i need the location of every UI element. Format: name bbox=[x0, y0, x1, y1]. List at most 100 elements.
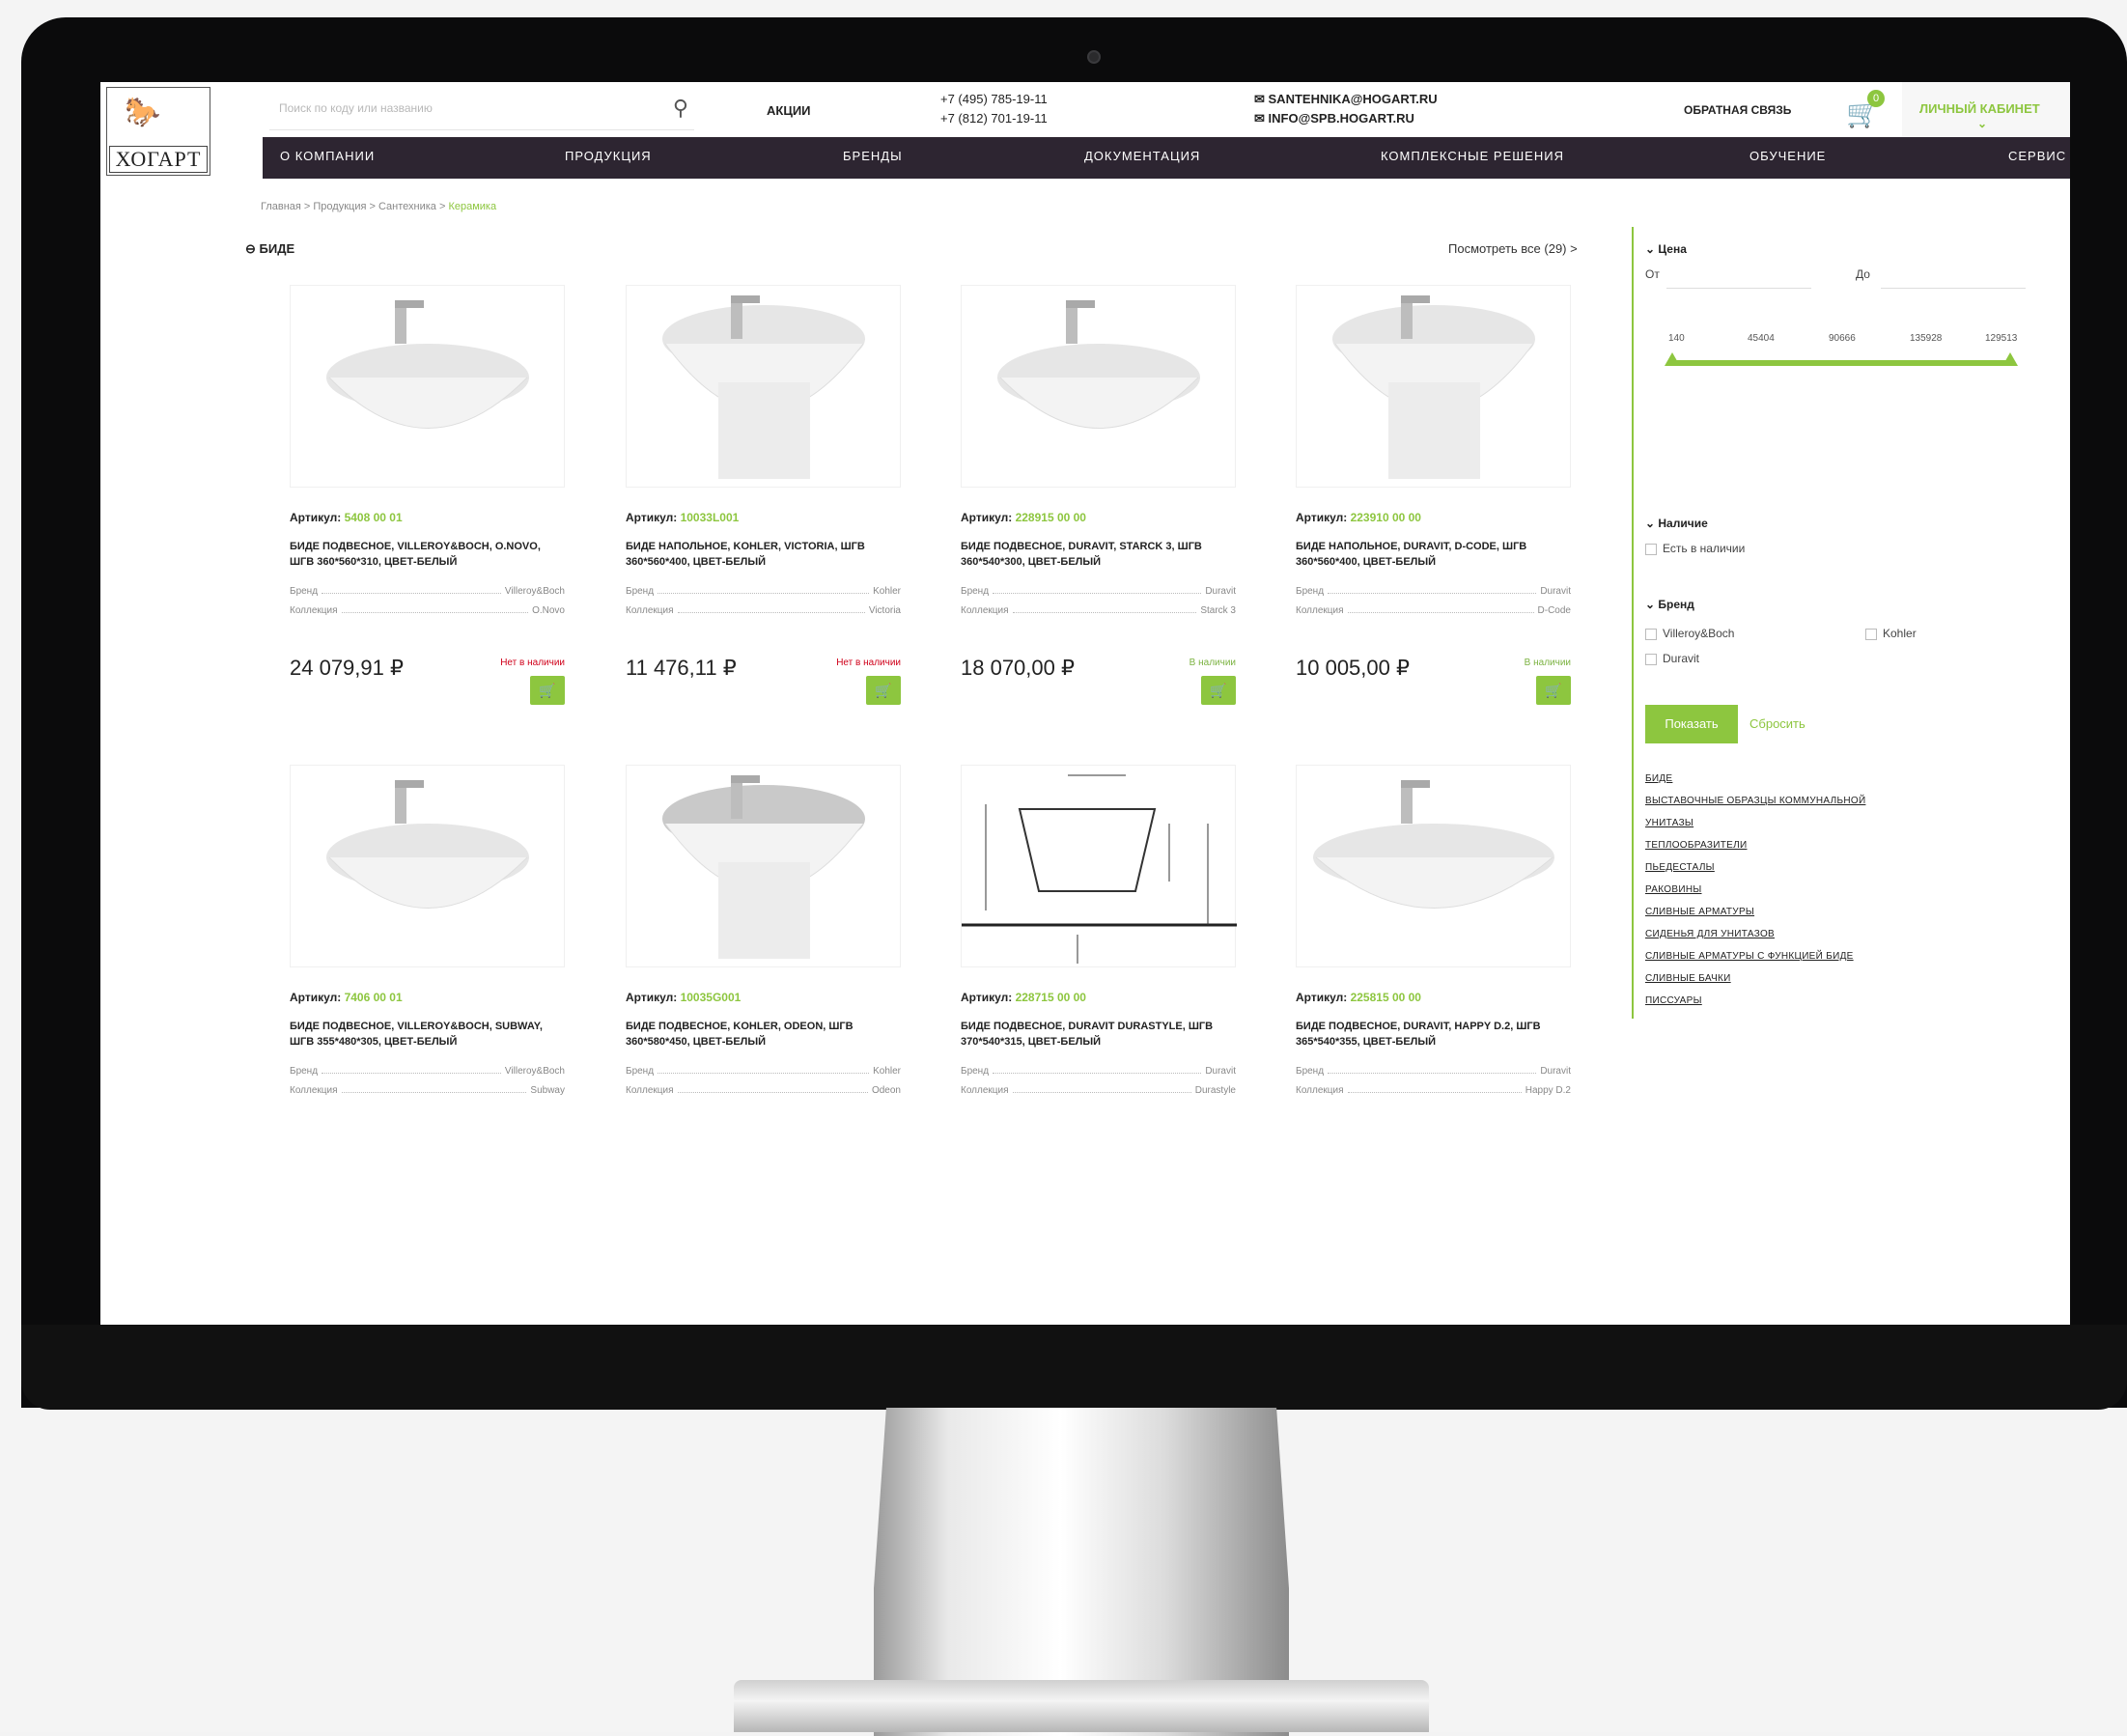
brand-value: Kohler bbox=[873, 586, 901, 597]
product-name[interactable]: БИДЕ ПОДВЕСНОЕ, DURAVIT DURASTYLE, ШГВ 3… bbox=[961, 1019, 1236, 1050]
article-number[interactable]: 228915 00 00 bbox=[1016, 511, 1086, 524]
category-link[interactable]: ПЬЕДЕСТАЛЫ bbox=[1645, 862, 1715, 873]
price-to-input[interactable] bbox=[1881, 256, 2026, 289]
dotted-leader bbox=[1012, 605, 1197, 613]
email-spb[interactable]: INFO@SPB.HOGART.RU bbox=[1269, 111, 1414, 126]
brand-row: Бренд Kohler bbox=[626, 1066, 901, 1077]
product-article: Артикул: 223910 00 00 bbox=[1296, 511, 1421, 524]
nav-item-docs[interactable]: ДОКУМЕНТАЦИЯ bbox=[1084, 149, 1200, 163]
show-button[interactable]: Показать bbox=[1645, 705, 1738, 743]
nav-item-about[interactable]: О КОМПАНИИ bbox=[280, 149, 375, 163]
article-number[interactable]: 228715 00 00 bbox=[1016, 991, 1086, 1004]
feedback-link[interactable]: ОБРАТНАЯ СВЯЗЬ bbox=[1684, 103, 1791, 117]
collection-value: Victoria bbox=[868, 605, 901, 616]
collection-label: Коллекция bbox=[626, 1085, 674, 1096]
article-label: Артикул: bbox=[290, 991, 342, 1004]
brand-checkbox[interactable] bbox=[1865, 629, 1877, 640]
promo-link[interactable]: АКЦИИ bbox=[767, 103, 811, 118]
article-label: Артикул: bbox=[626, 511, 678, 524]
in-stock-label[interactable]: Есть в наличии bbox=[1663, 542, 1745, 555]
product-name[interactable]: БИДЕ НАПОЛЬНОЕ, DURAVIT, D-CODE, ШГВ 360… bbox=[1296, 539, 1571, 570]
category-link[interactable]: ВЫСТАВОЧНЫЕ ОБРАЗЦЫ КОММУНАЛЬНОЙ bbox=[1645, 796, 1865, 806]
range-tick: 135928 bbox=[1910, 333, 1943, 344]
view-all-link[interactable]: Посмотреть все (29) > bbox=[1448, 241, 1578, 256]
product-name[interactable]: БИДЕ ПОДВЕСНОЕ, KOHLER, ODEON, ШГВ 360*5… bbox=[626, 1019, 901, 1050]
collection-value: Starck 3 bbox=[1200, 605, 1236, 616]
range-handle-max[interactable] bbox=[2002, 352, 2018, 366]
brand-checkbox[interactable] bbox=[1645, 629, 1657, 640]
brand-filter-heading[interactable]: ⌄ Бренд bbox=[1645, 598, 1694, 611]
category-link[interactable]: ПИССУАРЫ bbox=[1645, 995, 1702, 1006]
category-link[interactable]: ТЕПЛООБРАЗИТЕЛИ bbox=[1645, 840, 1747, 851]
brand-option[interactable]: Kohler bbox=[1883, 627, 1917, 640]
product-article: Артикул: 10035G001 bbox=[626, 991, 741, 1004]
brand-row: Бренд Villeroy&Boch bbox=[290, 1066, 565, 1077]
monitor-stand-base bbox=[734, 1680, 1429, 1732]
cart-icon: 🛒 bbox=[539, 683, 556, 698]
product-name[interactable]: БИДЕ ПОДВЕСНОЕ, VILLEROY&BOCH, O.NOVO, Ш… bbox=[290, 539, 565, 570]
category-link[interactable]: СЛИВНЫЕ АРМАТУРЫ С ФУНКЦИЕЙ БИДЕ bbox=[1645, 951, 1854, 962]
nav-item-solutions[interactable]: КОМПЛЕКСНЫЕ РЕШЕНИЯ bbox=[1381, 149, 1564, 163]
product-image[interactable] bbox=[290, 285, 565, 488]
article-number[interactable]: 225815 00 00 bbox=[1351, 991, 1421, 1004]
nav-item-brands[interactable]: БРЕНДЫ bbox=[843, 149, 903, 163]
reset-button[interactable]: Сбросить bbox=[1749, 716, 1805, 731]
personal-cabinet-button[interactable]: ЛИЧНЫЙ КАБИНЕТ ⌄ bbox=[1902, 82, 2070, 137]
product-name[interactable]: БИДЕ ПОДВЕСНОЕ, DURAVIT, STARCK 3, ШГВ 3… bbox=[961, 539, 1236, 570]
breadcrumb-path[interactable]: Главная > Продукция > Сантехника > bbox=[261, 201, 448, 212]
price-filter-heading[interactable]: ⌄ Цена bbox=[1645, 242, 1687, 256]
phone-moscow[interactable]: +7 (495) 785-19-11 bbox=[940, 90, 1048, 109]
category-link[interactable]: РАКОВИНЫ bbox=[1645, 884, 1702, 895]
product-image[interactable] bbox=[1296, 285, 1571, 488]
product-image[interactable] bbox=[626, 765, 901, 967]
category-link[interactable]: СИДЕНЬЯ ДЛЯ УНИТАЗОВ bbox=[1645, 929, 1775, 939]
product-image[interactable] bbox=[1296, 765, 1571, 967]
category-link[interactable]: УНИТАЗЫ bbox=[1645, 818, 1693, 828]
article-number[interactable]: 5408 00 01 bbox=[345, 511, 403, 524]
product-image[interactable] bbox=[290, 765, 565, 967]
category-link[interactable]: СЛИВНЫЕ БАЧКИ bbox=[1645, 973, 1731, 984]
brand-row: Бренд Kohler bbox=[626, 586, 901, 597]
collection-row: Коллекция Starck 3 bbox=[961, 605, 1236, 616]
brand-checkbox[interactable] bbox=[1645, 654, 1657, 665]
brand-option[interactable]: Duravit bbox=[1663, 652, 1699, 665]
article-number[interactable]: 7406 00 01 bbox=[345, 991, 403, 1004]
product-name[interactable]: БИДЕ ПОДВЕСНОЕ, DURAVIT, HAPPY D.2, ШГВ … bbox=[1296, 1019, 1571, 1050]
search-icon[interactable]: ⚲ bbox=[673, 96, 688, 121]
article-number[interactable]: 10035G001 bbox=[681, 991, 742, 1004]
add-to-cart-button[interactable]: 🛒 bbox=[1201, 676, 1236, 705]
category-link[interactable]: СЛИВНЫЕ АРМАТУРЫ bbox=[1645, 907, 1754, 917]
product-image[interactable] bbox=[961, 285, 1236, 488]
collapse-icon: ⌄ bbox=[1645, 517, 1659, 530]
product-name[interactable]: БИДЕ ПОДВЕСНОЕ, VILLEROY&BOCH, SUBWAY, Ш… bbox=[290, 1019, 565, 1050]
nav-item-products[interactable]: ПРОДУКЦИЯ bbox=[565, 149, 652, 163]
price-range-slider[interactable] bbox=[1665, 352, 2018, 366]
search-box[interactable]: Поиск по коду или названию ⚲ bbox=[269, 92, 694, 130]
nav-item-training[interactable]: ОБУЧЕНИЕ bbox=[1749, 149, 1826, 163]
add-to-cart-button[interactable]: 🛒 bbox=[530, 676, 565, 705]
range-handle-min[interactable] bbox=[1665, 352, 1680, 366]
category-link[interactable]: БИДЕ bbox=[1645, 773, 1672, 784]
brand-value: Duravit bbox=[1205, 586, 1236, 597]
article-number[interactable]: 223910 00 00 bbox=[1351, 511, 1421, 524]
dotted-leader bbox=[1328, 586, 1537, 594]
search-input[interactable]: Поиск по коду или названию bbox=[279, 101, 433, 115]
price-to-label: До bbox=[1856, 267, 1870, 281]
in-stock-checkbox[interactable] bbox=[1645, 544, 1657, 555]
cart-button[interactable]: 🛒 0 bbox=[1846, 90, 1885, 129]
email-moscow[interactable]: SANTEHNIKA@HOGART.RU bbox=[1269, 92, 1438, 106]
phone-spb[interactable]: +7 (812) 701-19-11 bbox=[940, 109, 1048, 128]
availability-heading[interactable]: ⌄ Наличие bbox=[1645, 517, 1708, 530]
brand-option[interactable]: Villeroy&Boch bbox=[1663, 627, 1734, 640]
site-logo[interactable]: 🐎 ХОГАРТ bbox=[106, 87, 210, 176]
product-image[interactable] bbox=[626, 285, 901, 488]
product-image[interactable] bbox=[961, 765, 1237, 967]
price-from-input[interactable] bbox=[1666, 256, 1811, 289]
range-tick: 129513 bbox=[1985, 333, 2018, 344]
add-to-cart-button[interactable]: 🛒 bbox=[1536, 676, 1571, 705]
nav-item-service[interactable]: СЕРВИС bbox=[2008, 149, 2066, 163]
product-name[interactable]: БИДЕ НАПОЛЬНОЕ, KOHLER, VICTORIA, ШГВ 36… bbox=[626, 539, 901, 570]
section-title[interactable]: ⊖ БИДЕ bbox=[245, 241, 294, 257]
add-to-cart-button[interactable]: 🛒 bbox=[866, 676, 901, 705]
article-number[interactable]: 10033L001 bbox=[681, 511, 740, 524]
